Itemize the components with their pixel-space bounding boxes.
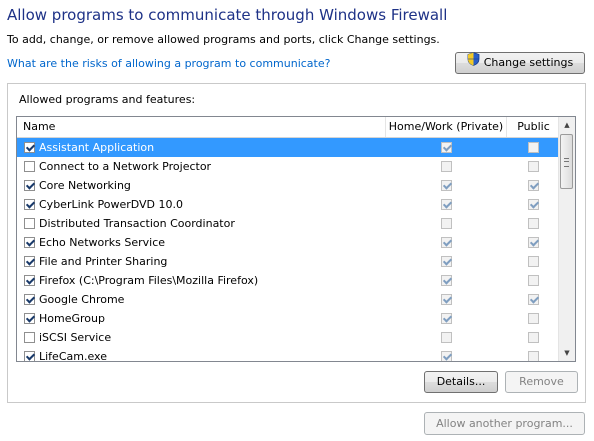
allow-another-program-button[interactable]: Allow another program... — [424, 412, 585, 435]
public-checkbox[interactable] — [528, 351, 539, 361]
table-row[interactable]: HomeGroup — [17, 309, 561, 328]
grip-icon — [564, 158, 569, 167]
public-checkbox[interactable] — [528, 332, 539, 343]
home-work-checkbox[interactable] — [441, 218, 452, 229]
enable-checkbox[interactable] — [24, 332, 35, 343]
table-row[interactable]: LifeCam.exe — [17, 347, 561, 362]
program-name: iSCSI Service — [39, 331, 112, 344]
home-work-checkbox[interactable] — [441, 256, 452, 267]
program-name: CyberLink PowerDVD 10.0 — [39, 198, 184, 211]
uac-shield-icon — [467, 51, 480, 73]
program-name: Echo Networks Service — [39, 236, 166, 249]
public-checkbox[interactable] — [528, 275, 539, 286]
enable-checkbox[interactable] — [24, 313, 35, 324]
list-header: Name Home/Work (Private) Public — [17, 117, 561, 138]
enable-checkbox[interactable] — [24, 256, 35, 267]
home-work-checkbox[interactable] — [441, 275, 452, 286]
details-button[interactable]: Details... — [424, 371, 498, 393]
home-work-checkbox[interactable] — [441, 180, 452, 191]
allowed-programs-list[interactable]: Name Home/Work (Private) Public Assistan… — [16, 116, 576, 362]
home-work-checkbox[interactable] — [441, 237, 452, 248]
public-checkbox[interactable] — [528, 313, 539, 324]
table-row[interactable]: File and Printer Sharing — [17, 252, 561, 271]
public-checkbox[interactable] — [528, 237, 539, 248]
table-row[interactable]: Google Chrome — [17, 290, 561, 309]
enable-checkbox[interactable] — [24, 351, 35, 361]
enable-checkbox[interactable] — [24, 294, 35, 305]
list-rows: Assistant Application Connect to a Networ… — [17, 138, 561, 362]
public-checkbox[interactable] — [528, 294, 539, 305]
column-header-public[interactable]: Public — [507, 117, 561, 137]
enable-checkbox[interactable] — [24, 275, 35, 286]
enable-checkbox[interactable] — [24, 161, 35, 172]
program-name: Core Networking — [39, 179, 131, 192]
enable-checkbox[interactable] — [24, 237, 35, 248]
program-name: Firefox (C:\Program Files\Mozilla Firefo… — [39, 274, 259, 287]
home-work-checkbox[interactable] — [441, 294, 452, 305]
allowed-programs-group: Allowed programs and features: Name Home… — [7, 83, 586, 403]
scroll-up-arrow-icon[interactable]: ▲ — [559, 117, 575, 133]
column-header-name[interactable]: Name — [17, 117, 386, 137]
vertical-scrollbar[interactable]: ▲ ▼ — [558, 117, 575, 361]
program-name: HomeGroup — [39, 312, 105, 325]
program-name: Distributed Transaction Coordinator — [39, 217, 235, 230]
home-work-checkbox[interactable] — [441, 332, 452, 343]
enable-checkbox[interactable] — [24, 218, 35, 229]
scroll-down-arrow-icon[interactable]: ▼ — [559, 345, 575, 361]
program-name: File and Printer Sharing — [39, 255, 168, 268]
public-checkbox[interactable] — [528, 180, 539, 191]
home-work-checkbox[interactable] — [441, 199, 452, 210]
program-name: Google Chrome — [39, 293, 125, 306]
table-row[interactable]: Echo Networks Service — [17, 233, 561, 252]
home-work-checkbox[interactable] — [441, 142, 452, 153]
public-checkbox[interactable] — [528, 199, 539, 210]
column-header-home-work[interactable]: Home/Work (Private) — [386, 117, 507, 137]
scroll-thumb[interactable] — [560, 134, 573, 189]
program-name: LifeCam.exe — [39, 350, 107, 362]
enable-checkbox[interactable] — [24, 199, 35, 210]
table-row[interactable]: Distributed Transaction Coordinator — [17, 214, 561, 233]
public-checkbox[interactable] — [528, 256, 539, 267]
program-name: Assistant Application — [39, 141, 155, 154]
allowed-programs-label: Allowed programs and features: — [19, 93, 196, 106]
enable-checkbox[interactable] — [24, 180, 35, 191]
public-checkbox[interactable] — [528, 142, 539, 153]
table-row[interactable]: CyberLink PowerDVD 10.0 — [17, 195, 561, 214]
change-settings-button[interactable]: Change settings — [455, 51, 585, 74]
table-row[interactable]: iSCSI Service — [17, 328, 561, 347]
table-row[interactable]: Core Networking — [17, 176, 561, 195]
remove-button[interactable]: Remove — [505, 371, 578, 393]
public-checkbox[interactable] — [528, 218, 539, 229]
home-work-checkbox[interactable] — [441, 351, 452, 361]
page-subtitle: To add, change, or remove allowed progra… — [7, 33, 440, 46]
enable-checkbox[interactable] — [24, 142, 35, 153]
table-row[interactable]: Firefox (C:\Program Files\Mozilla Firefo… — [17, 271, 561, 290]
program-name: Connect to a Network Projector — [39, 160, 212, 173]
table-row[interactable]: Assistant Application — [17, 138, 561, 157]
change-settings-label: Change settings — [483, 56, 574, 69]
home-work-checkbox[interactable] — [441, 313, 452, 324]
home-work-checkbox[interactable] — [441, 161, 452, 172]
risks-help-link[interactable]: What are the risks of allowing a program… — [7, 57, 330, 70]
public-checkbox[interactable] — [528, 161, 539, 172]
page-title: Allow programs to communicate through Wi… — [7, 6, 448, 24]
table-row[interactable]: Connect to a Network Projector — [17, 157, 561, 176]
